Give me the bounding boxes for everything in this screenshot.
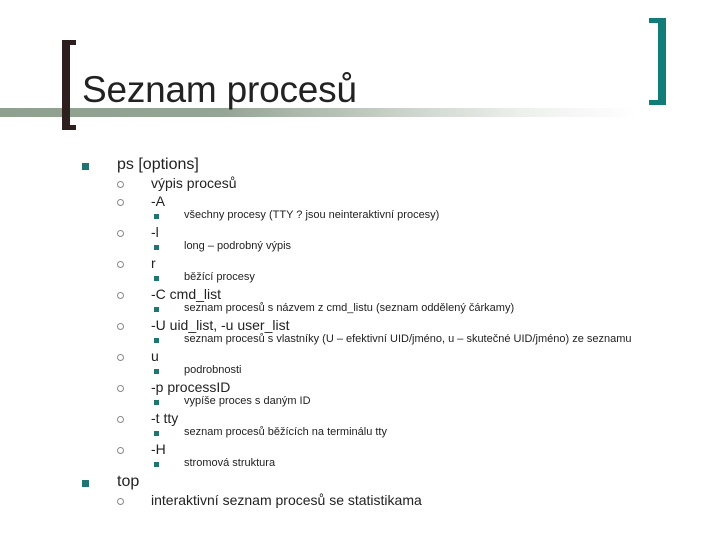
small-square-bullet-icon: [154, 276, 159, 281]
bullet-item-level-2: -U uid_list, -u user_list: [151, 317, 290, 333]
bullet-item-level-3: seznam procesů s názvem z cmd_listu (sez…: [184, 302, 515, 314]
circle-bullet-icon: [117, 498, 124, 505]
small-square-bullet-icon: [154, 214, 159, 219]
small-square-bullet-icon: [154, 245, 159, 250]
circle-bullet-icon: [117, 261, 124, 268]
slide-title: Seznam procesů: [82, 69, 357, 110]
bullet-item-level-2: r: [151, 255, 156, 271]
bullet-item-level-3: podrobnosti: [184, 364, 242, 376]
circle-bullet-icon: [117, 447, 124, 454]
bullet-item-level-2: -p processID: [151, 379, 231, 395]
bullet-item-level-2: -H: [151, 441, 166, 457]
bullet-item-level-2: interaktivní seznam procesů se statistik…: [151, 492, 422, 508]
small-square-bullet-icon: [154, 400, 159, 405]
bullet-item-level-3: long – podrobný výpis: [184, 240, 292, 252]
bullet-item-level-3: seznam procesů s vlastníky (U – efektivn…: [184, 333, 632, 345]
circle-bullet-icon: [117, 181, 124, 188]
bullet-item-level-2: -t tty: [151, 410, 179, 426]
bullet-item-level-2: výpis procesů: [151, 175, 237, 191]
small-square-bullet-icon: [154, 369, 159, 374]
bullet-item-level-1: ps [options]: [117, 156, 199, 173]
square-bullet-icon: [82, 163, 89, 170]
circle-bullet-icon: [117, 385, 124, 392]
bullet-item-level-1: top: [117, 473, 140, 490]
small-square-bullet-icon: [154, 307, 159, 312]
bullet-item-level-2: -l: [151, 224, 159, 240]
bullet-item-level-3: běžící procesy: [184, 271, 255, 283]
small-square-bullet-icon: [154, 338, 159, 343]
bullet-item-level-3: vypíše proces s daným ID: [184, 395, 311, 407]
bullet-item-level-2: -A: [151, 193, 165, 209]
bullet-item-level-2: -C cmd_list: [151, 286, 222, 302]
small-square-bullet-icon: [154, 462, 159, 467]
circle-bullet-icon: [117, 230, 124, 237]
bullet-item-level-2: u: [151, 348, 159, 364]
circle-bullet-icon: [117, 199, 124, 206]
bullet-item-level-3: všechny procesy (TTY ? jsou neinteraktiv…: [184, 209, 440, 221]
circle-bullet-icon: [117, 416, 124, 423]
small-square-bullet-icon: [154, 431, 159, 436]
right-bracket-decoration: [649, 18, 666, 105]
circle-bullet-icon: [117, 323, 124, 330]
left-bracket-decoration: [62, 40, 76, 130]
bullet-item-level-3: seznam procesů běžících na terminálu tty: [184, 426, 387, 438]
circle-bullet-icon: [117, 292, 124, 299]
bullet-item-level-3: stromová struktura: [184, 457, 276, 469]
square-bullet-icon: [82, 480, 89, 487]
circle-bullet-icon: [117, 354, 124, 361]
